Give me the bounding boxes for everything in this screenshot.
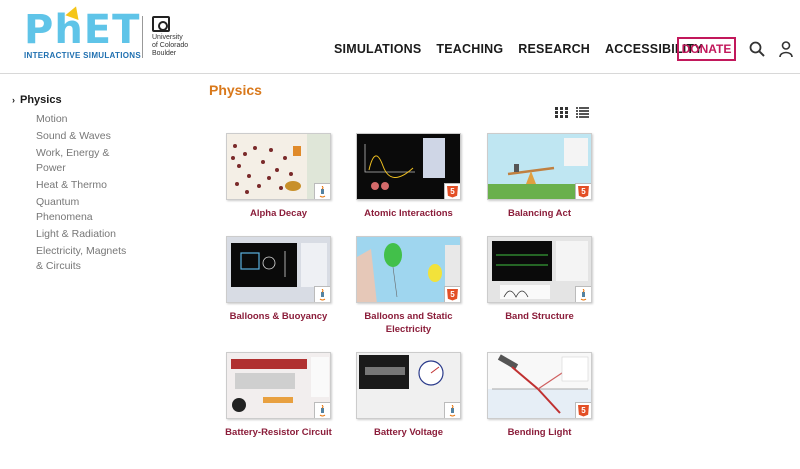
html5-icon: 5 — [447, 185, 458, 198]
site-header: PhET INTERACTIVE SIMULATIONS University … — [0, 0, 800, 74]
sim-thumbnail[interactable]: 5 — [356, 236, 461, 303]
university-logo-icon — [152, 16, 170, 32]
sidebar-item-physics[interactable]: › Physics — [12, 93, 152, 107]
html5-icon: 5 — [578, 404, 589, 417]
caret-right-icon: › — [12, 95, 15, 105]
sidebar-item-quantum[interactable]: Quantum Phenomena — [36, 195, 106, 225]
nav-simulations[interactable]: SIMULATIONS — [334, 42, 421, 56]
html5-badge: 5 — [575, 402, 591, 418]
sim-title[interactable]: Atomic Interactions — [346, 207, 471, 220]
page-title: Physics — [209, 82, 262, 98]
sim-title[interactable]: Band Structure — [477, 310, 602, 323]
nav-research[interactable]: RESEARCH — [518, 42, 590, 56]
sim-thumbnail[interactable] — [356, 352, 461, 419]
java-icon — [449, 404, 456, 416]
html5-icon: 5 — [578, 185, 589, 198]
sim-thumbnail[interactable] — [487, 236, 592, 303]
logo-subtitle: INTERACTIVE SIMULATIONS — [24, 51, 141, 60]
grid-view-icon[interactable] — [555, 107, 568, 118]
sim-title[interactable]: Alpha Decay — [216, 207, 341, 220]
sim-thumbnail[interactable] — [226, 133, 331, 200]
sidebar-item-light-radiation[interactable]: Light & Radiation — [36, 227, 152, 242]
logo-word-text: PhET — [24, 7, 141, 53]
phet-logo[interactable]: PhET INTERACTIVE SIMULATIONS — [24, 3, 141, 60]
sim-title[interactable]: Balancing Act — [477, 207, 602, 220]
university-name: University of Colorado Boulder — [152, 34, 202, 58]
logo-divider — [142, 16, 143, 58]
java-badge — [444, 402, 460, 418]
sim-thumbnail[interactable]: 5 — [487, 133, 592, 200]
list-view-icon[interactable] — [576, 107, 589, 118]
java-badge — [575, 286, 591, 302]
university-line-1: University — [152, 34, 183, 41]
sidebar-active-label: Physics — [20, 94, 62, 106]
java-badge — [314, 286, 330, 302]
sidebar-item-motion[interactable]: Motion — [36, 112, 152, 127]
university-line-2: of Colorado — [152, 42, 189, 49]
java-icon — [319, 185, 326, 197]
sim-thumbnail[interactable] — [226, 352, 331, 419]
nav-teaching[interactable]: TEACHING — [436, 42, 503, 56]
main-nav: SIMULATIONS TEACHING RESEARCH ACCESSIBIL… — [334, 40, 718, 58]
html5-icon: 5 — [447, 288, 458, 301]
sim-thumbnail[interactable] — [226, 236, 331, 303]
java-badge — [314, 402, 330, 418]
sim-title[interactable]: Balloons and Static Electricity — [346, 310, 471, 336]
university-line-3: Boulder — [152, 50, 177, 57]
category-sidebar: › Physics Motion Sound & Waves Work, Ene… — [12, 93, 152, 274]
java-icon — [580, 288, 587, 300]
sidebar-item-heat-thermo[interactable]: Heat & Thermo — [36, 178, 152, 193]
sidebar-item-electricity[interactable]: Electricity, Magnets & Circuits — [36, 244, 136, 274]
search-icon[interactable] — [749, 41, 765, 57]
sim-thumbnail[interactable]: 5 — [356, 133, 461, 200]
sim-title[interactable]: Balloons & Buoyancy — [216, 310, 341, 323]
sim-title[interactable]: Battery Voltage — [346, 426, 471, 439]
sidebar-sublist: Motion Sound & Waves Work, Energy & Powe… — [12, 112, 152, 274]
java-icon — [319, 404, 326, 416]
sidebar-item-sound-waves[interactable]: Sound & Waves — [36, 129, 152, 144]
sim-thumbnail[interactable]: 5 — [487, 352, 592, 419]
html5-badge: 5 — [444, 183, 460, 199]
sim-title[interactable]: Battery-Resistor Circuit — [216, 426, 341, 439]
java-icon — [319, 288, 326, 300]
sidebar-item-work-energy-power[interactable]: Work, Energy & Power — [36, 146, 120, 176]
html5-badge: 5 — [575, 183, 591, 199]
sim-title[interactable]: Bending Light — [477, 426, 602, 439]
html5-badge: 5 — [444, 286, 460, 302]
java-badge — [314, 183, 330, 199]
logo-wordmark: PhET — [24, 10, 140, 50]
user-icon[interactable] — [779, 41, 793, 57]
donate-button[interactable]: DONATE — [677, 37, 736, 61]
